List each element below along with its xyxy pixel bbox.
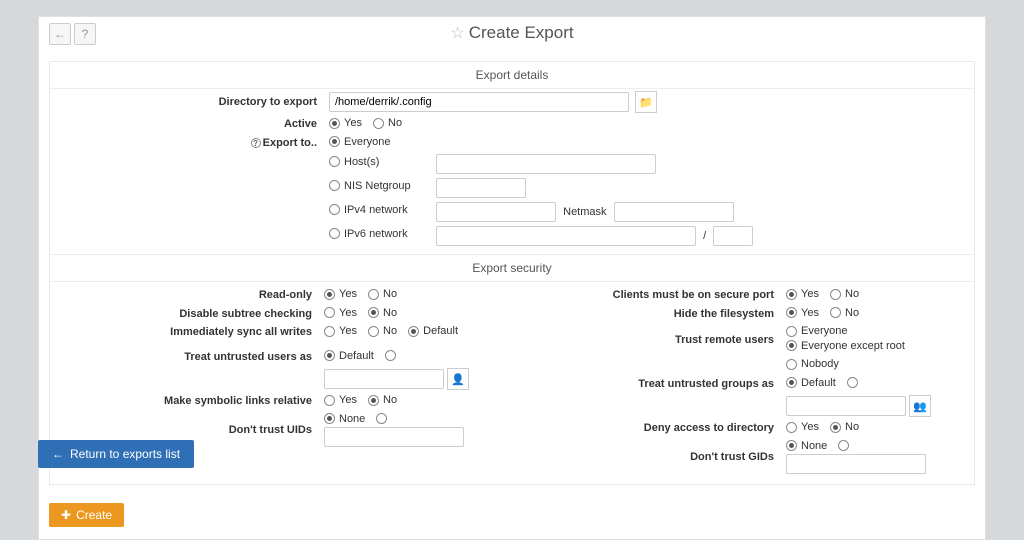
exportto-hosts[interactable]: Host(s) <box>329 156 425 168</box>
details-form: Directory to export 📁 Active Yes No <box>50 89 974 254</box>
label-trust-remote: Trust remote users <box>512 323 782 356</box>
security-right: Clients must be on secure port Yes No Hi… <box>512 286 974 476</box>
treatgroups-custom[interactable] <box>847 377 862 388</box>
page-title: ☆Create Export <box>39 23 985 43</box>
label-sync: Immediately sync all writes <box>50 323 320 342</box>
label-export-to: ?Export to.. <box>50 134 325 153</box>
treatusers-default[interactable]: Default <box>324 350 374 362</box>
return-button[interactable]: ←Return to exports list <box>38 440 194 468</box>
subtree-no[interactable]: No <box>368 307 397 319</box>
ipv6-prefix-input[interactable] <box>713 226 753 246</box>
label-treat-users: Treat untrusted users as <box>50 348 320 367</box>
label-slash: / <box>703 230 706 242</box>
star-icon[interactable]: ☆ <box>450 25 464 42</box>
dontuid-input[interactable] <box>324 427 464 447</box>
secureport-yes[interactable]: Yes <box>786 288 819 300</box>
label-dont-gid: Don't trust GIDs <box>512 438 782 477</box>
pick-user-button[interactable]: 👤 <box>447 368 469 390</box>
form-box: Export details Directory to export 📁 Act… <box>49 61 975 485</box>
arrow-left-icon: ← <box>52 447 64 461</box>
label-netmask: Netmask <box>563 206 606 218</box>
trust-everyone[interactable]: Everyone <box>786 325 847 337</box>
dontuid-none[interactable]: None <box>324 413 365 425</box>
trust-nobody[interactable]: Nobody <box>786 358 839 370</box>
directory-input[interactable] <box>329 92 629 112</box>
readonly-yes[interactable]: Yes <box>324 288 357 300</box>
label-symlinks: Make symbolic links relative <box>50 392 320 411</box>
ipv6-input[interactable] <box>436 226 696 246</box>
deny-no[interactable]: No <box>830 421 859 433</box>
deny-yes[interactable]: Yes <box>786 421 819 433</box>
exportto-everyone[interactable]: Everyone <box>329 136 390 148</box>
details-header: Export details <box>50 62 974 88</box>
exportto-nis[interactable]: NIS Netgroup <box>329 180 425 192</box>
create-button[interactable]: ✚Create <box>49 503 124 527</box>
help-icon[interactable]: ? <box>251 138 261 148</box>
titlebar: ← ? ☆Create Export <box>39 17 985 53</box>
hosts-input[interactable] <box>436 154 656 174</box>
sync-no[interactable]: No <box>368 325 397 337</box>
dontuid-custom[interactable] <box>376 413 391 424</box>
label-treat-groups: Treat untrusted groups as <box>512 375 782 394</box>
trust-except-root[interactable]: Everyone except root <box>786 340 905 352</box>
netmask-input[interactable] <box>614 202 734 222</box>
plus-icon: ✚ <box>61 508 71 522</box>
hidefs-no[interactable]: No <box>830 307 859 319</box>
label-subtree: Disable subtree checking <box>50 305 320 324</box>
security-left: Read-only Yes No Disable subtree checkin… <box>50 286 512 449</box>
exportto-ipv4[interactable]: IPv4 network <box>329 204 425 216</box>
treatgroups-default[interactable]: Default <box>786 377 836 389</box>
dontgid-none[interactable]: None <box>786 440 827 452</box>
label-deny: Deny access to directory <box>512 419 782 438</box>
secureport-no[interactable]: No <box>830 288 859 300</box>
dontgid-custom[interactable] <box>838 440 853 451</box>
label-directory: Directory to export <box>50 89 325 115</box>
label-hide-fs: Hide the filesystem <box>512 305 782 324</box>
label-active: Active <box>50 115 325 134</box>
treatusers-input[interactable] <box>324 369 444 389</box>
label-readonly: Read-only <box>50 286 320 305</box>
sync-yes[interactable]: Yes <box>324 325 357 337</box>
pick-group-button[interactable]: 👥 <box>909 395 931 417</box>
treatgroups-input[interactable] <box>786 396 906 416</box>
active-yes[interactable]: Yes <box>329 117 362 129</box>
browse-button[interactable]: 📁 <box>635 91 657 113</box>
symlinks-no[interactable]: No <box>368 394 397 406</box>
exportto-ipv6[interactable]: IPv6 network <box>329 228 425 240</box>
treatusers-custom[interactable] <box>385 350 400 361</box>
subtree-yes[interactable]: Yes <box>324 307 357 319</box>
security-header: Export security <box>50 255 974 281</box>
ipv4-input[interactable] <box>436 202 556 222</box>
active-no[interactable]: No <box>373 117 402 129</box>
label-secure-port: Clients must be on secure port <box>512 286 782 305</box>
sync-default[interactable]: Default <box>408 325 458 337</box>
nis-input[interactable] <box>436 178 526 198</box>
readonly-no[interactable]: No <box>368 288 397 300</box>
symlinks-yes[interactable]: Yes <box>324 394 357 406</box>
hidefs-yes[interactable]: Yes <box>786 307 819 319</box>
dontgid-input[interactable] <box>786 454 926 474</box>
